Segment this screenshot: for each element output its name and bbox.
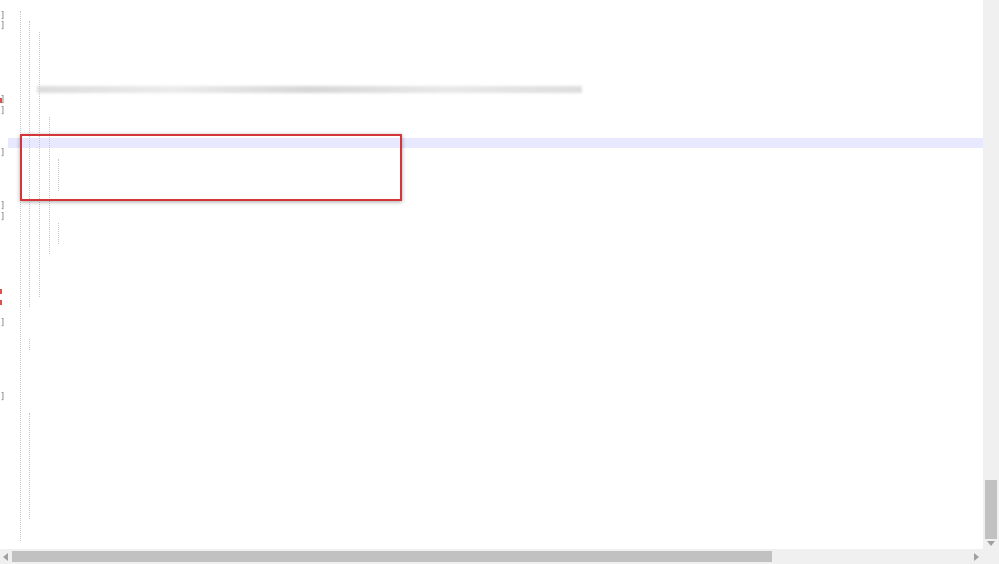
fold-marker-icon[interactable]: ]: [0, 149, 5, 158]
change-gutter: ]]]]]]]]]: [0, 0, 8, 549]
code-line[interactable]: [8, 371, 18, 382]
fold-marker-icon[interactable]: ]: [0, 22, 5, 31]
code-line[interactable]: [8, 329, 27, 340]
code-line[interactable]: [8, 445, 27, 456]
code-line[interactable]: [8, 488, 27, 499]
change-marker: [0, 289, 2, 295]
code-line[interactable]: [8, 74, 37, 85]
code-line[interactable]: [8, 223, 66, 234]
fold-marker-icon[interactable]: ]: [0, 107, 5, 116]
code-line[interactable]: [8, 265, 37, 276]
json-editor[interactable]: ]]]]]]]]]: [0, 0, 983, 549]
code-line[interactable]: [8, 276, 37, 287]
code-line[interactable]: [8, 435, 27, 446]
code-line[interactable]: [8, 519, 18, 530]
code-line[interactable]: [8, 11, 27, 22]
code-line[interactable]: [8, 360, 18, 371]
code-line[interactable]: [8, 509, 18, 520]
fold-marker-icon[interactable]: ]: [0, 202, 5, 211]
code-line[interactable]: [8, 286, 37, 297]
scrollbar-corner: [983, 549, 999, 564]
fold-marker-icon[interactable]: ]: [0, 11, 5, 21]
code-line[interactable]: [8, 456, 27, 467]
fold-marker-icon[interactable]: ]: [0, 213, 5, 222]
scroll-left-arrow-icon[interactable]: [3, 553, 8, 561]
code-line[interactable]: [8, 382, 18, 393]
code-line[interactable]: [8, 339, 18, 350]
indent-guide: [29, 339, 31, 350]
code-line[interactable]: [8, 233, 56, 244]
code-line[interactable]: [8, 244, 47, 255]
indent-guide: [29, 413, 31, 520]
code-line[interactable]: [8, 106, 47, 117]
code-line[interactable]: [8, 85, 582, 96]
fold-marker-icon[interactable]: ]: [0, 393, 5, 402]
code-line[interactable]: [8, 307, 18, 318]
code-line[interactable]: [8, 498, 27, 509]
callout-box: [20, 134, 402, 201]
vertical-scrollbar-thumb[interactable]: [985, 480, 997, 539]
code-line[interactable]: [8, 95, 37, 106]
code-line[interactable]: [8, 424, 27, 435]
code-line[interactable]: [8, 64, 37, 75]
code-line[interactable]: [8, 201, 47, 212]
code-line[interactable]: [8, 403, 27, 414]
code-line[interactable]: [8, 212, 56, 223]
redacted-path: [36, 85, 582, 93]
code-line[interactable]: [8, 318, 18, 329]
code-line[interactable]: [8, 297, 27, 308]
scroll-down-arrow-icon[interactable]: [987, 541, 995, 546]
change-marker: [0, 98, 2, 104]
code-line[interactable]: [8, 42, 37, 53]
fold-marker-icon[interactable]: ]: [0, 319, 5, 328]
code-line[interactable]: [8, 254, 37, 265]
scroll-right-arrow-icon[interactable]: [974, 553, 979, 561]
change-marker: [0, 299, 2, 305]
code-line[interactable]: [8, 477, 27, 488]
code-line[interactable]: [8, 32, 47, 43]
code-line[interactable]: [8, 392, 18, 403]
code-line[interactable]: [8, 117, 56, 128]
code-line[interactable]: [8, 413, 27, 424]
vertical-scrollbar[interactable]: [983, 0, 999, 549]
code-line[interactable]: [8, 466, 27, 477]
code-line[interactable]: [8, 21, 37, 32]
code-line[interactable]: [8, 0, 27, 11]
code-line[interactable]: [8, 53, 37, 64]
code-line[interactable]: [8, 350, 18, 361]
horizontal-scrollbar-thumb[interactable]: [12, 551, 772, 562]
